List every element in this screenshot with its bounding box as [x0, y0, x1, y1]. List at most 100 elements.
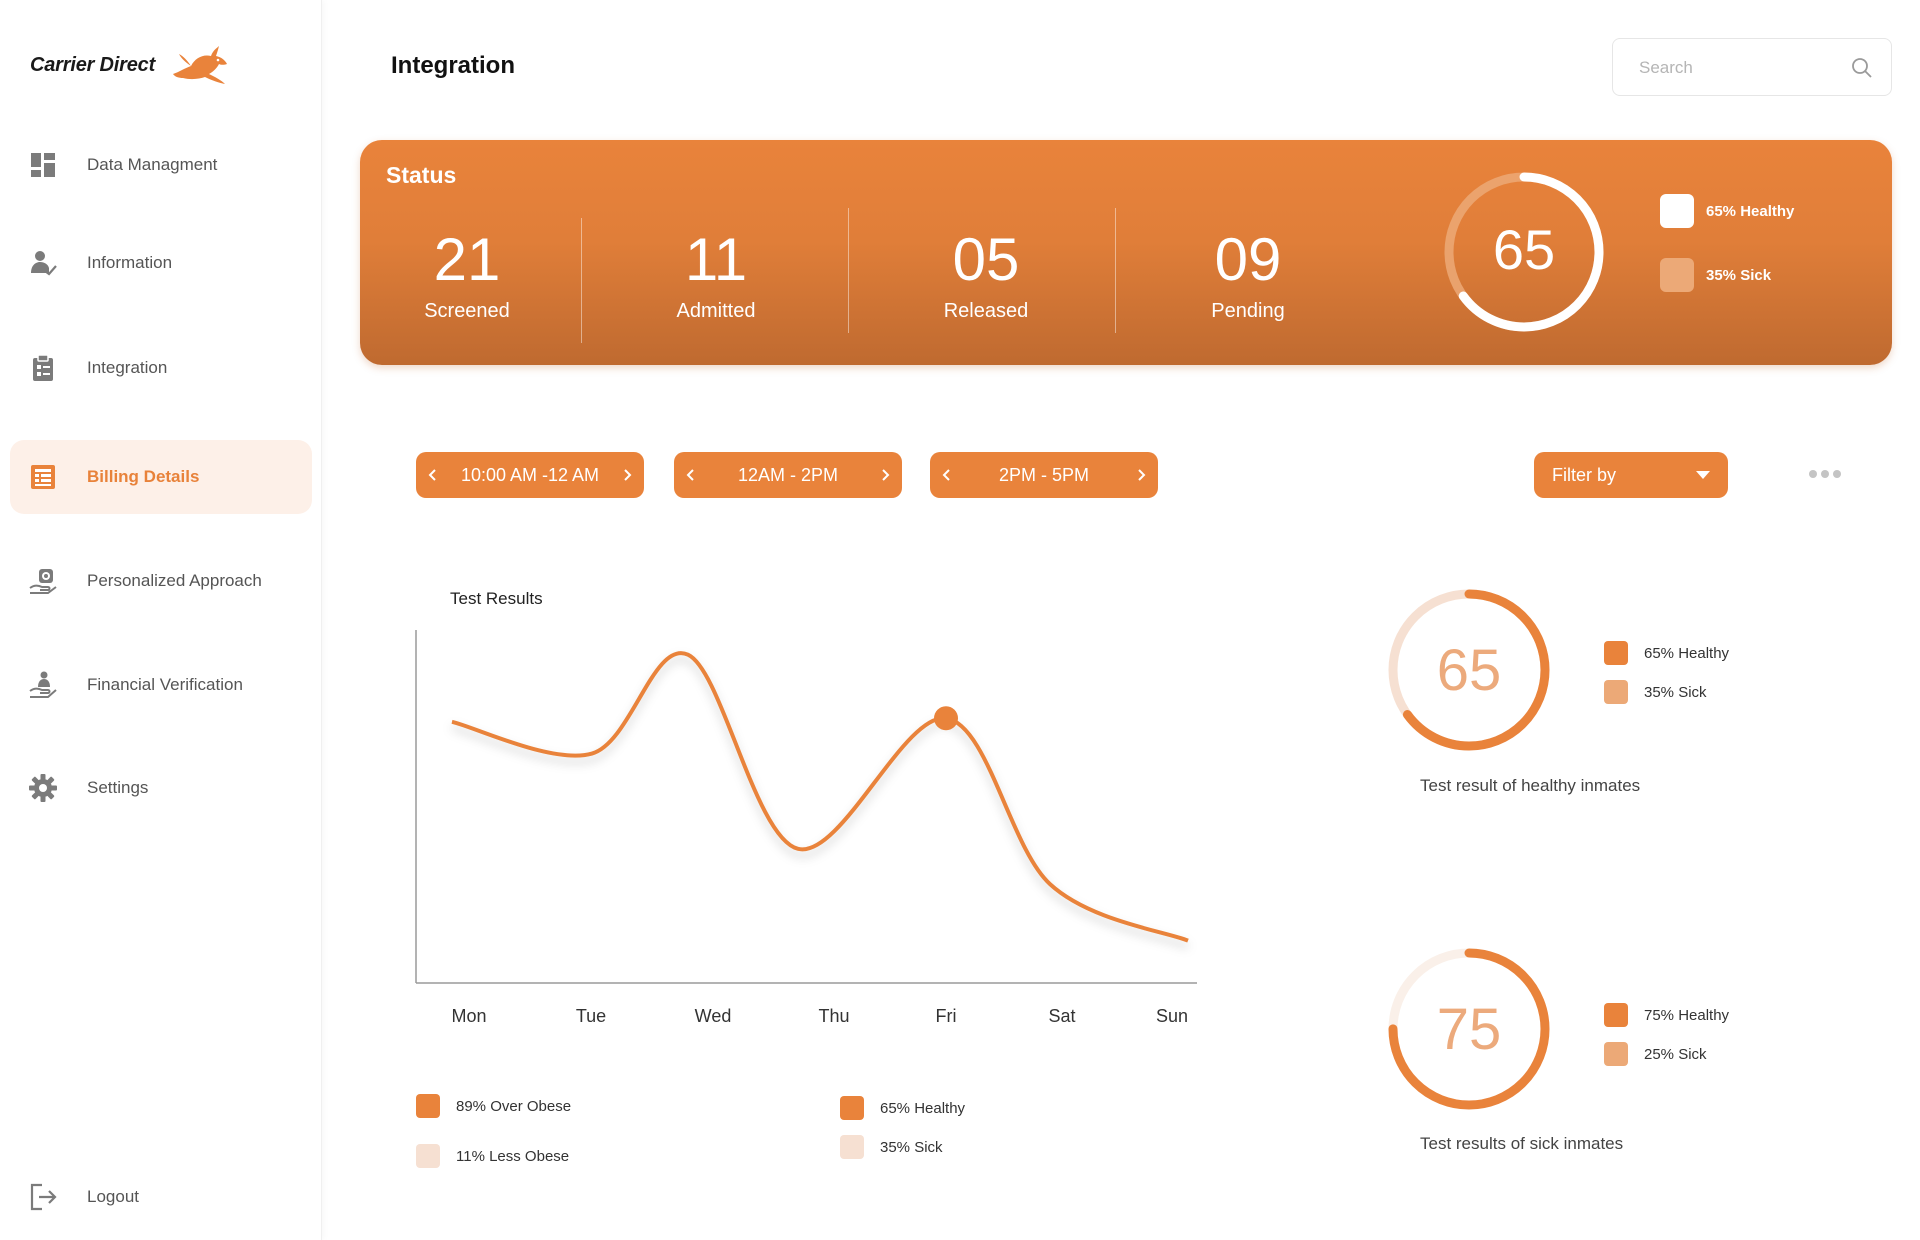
stat-label: Released	[943, 300, 1029, 322]
x-tick-label: Thu	[818, 1006, 850, 1026]
sidebar-item-billing-details[interactable]: Billing Details	[10, 440, 312, 514]
brand-logo[interactable]: Carrier Direct	[30, 44, 231, 86]
filter-by-dropdown[interactable]: Filter by	[1534, 452, 1728, 498]
stat-value: 21	[433, 226, 501, 293]
stat-label: Pending	[1211, 300, 1285, 322]
healthy-donut-value: 65	[1436, 638, 1502, 703]
legend-swatch	[1660, 194, 1694, 228]
legend-label: 89% Over Obese	[456, 1097, 572, 1115]
hand-person-icon	[28, 670, 58, 700]
status-title: Status	[386, 162, 457, 188]
time-filter-1[interactable]: 10:00 AM -12 AM	[416, 452, 644, 498]
time-filter-label: 10:00 AM -12 AM	[460, 464, 600, 485]
stat-released: 05 Released	[886, 230, 1086, 323]
stat-value: 05	[952, 226, 1020, 293]
legend-label: 65% Healthy	[880, 1099, 966, 1117]
series-line	[451, 651, 1189, 943]
legend-label: 65% Healthy	[1644, 644, 1730, 662]
time-filter-2[interactable]: 12AM - 2PM	[674, 452, 902, 498]
x-tick-label: Wed	[694, 1006, 732, 1026]
legend-label: 35% Sick	[880, 1138, 943, 1156]
highlighted-data-point	[934, 706, 958, 731]
sidebar-item-personalized-approach[interactable]: Personalized Approach	[10, 544, 312, 618]
sidebar-item-label: Integration	[87, 358, 168, 377]
chevron-right-icon[interactable]	[1134, 464, 1148, 486]
sidebar-item-data-managment[interactable]: Data Managment	[10, 128, 312, 202]
stat-divider	[581, 218, 582, 343]
legend-label: 25% Sick	[1644, 1045, 1707, 1063]
gear-icon	[28, 773, 58, 803]
x-tick-label: Fri	[935, 1006, 957, 1026]
dashboard-icon	[28, 150, 58, 180]
chevron-right-icon[interactable]	[878, 464, 892, 486]
logout-label: Logout	[87, 1187, 139, 1206]
legend-over-obese: 89% Over Obese	[416, 1094, 571, 1118]
legend-label: 65% Healthy	[1706, 202, 1795, 220]
hand-coin-icon	[28, 566, 58, 596]
chevron-left-icon[interactable]	[426, 464, 440, 486]
search-box[interactable]	[1612, 38, 1892, 96]
time-filter-label: 2PM - 5PM	[998, 464, 1090, 485]
sick-legend-sick: 25% Sick	[1604, 1042, 1707, 1066]
sick-caption: Test results of sick inmates	[1420, 1134, 1624, 1153]
chevron-left-icon[interactable]	[684, 464, 698, 486]
logout-button[interactable]: Logout	[10, 1160, 312, 1234]
time-filter-label: 12AM - 2PM	[737, 464, 839, 485]
sidebar-item-label: Settings	[87, 778, 149, 797]
legend-label: 11% Less Obese	[456, 1147, 570, 1165]
logout-icon	[28, 1182, 58, 1212]
billing-icon	[28, 462, 58, 492]
legend-swatch	[1604, 641, 1628, 665]
legend-label: 35% Sick	[1644, 683, 1707, 701]
sidebar-item-label: Personalized Approach	[87, 571, 262, 590]
legend-swatch	[840, 1096, 864, 1120]
series-points	[934, 706, 958, 731]
stat-label: Admitted	[676, 300, 756, 322]
legend-swatch	[1604, 1003, 1628, 1027]
legend-swatch	[1660, 258, 1694, 292]
sidebar-item-integration[interactable]: Integration	[10, 331, 312, 405]
sick-donut-value: 75	[1436, 997, 1502, 1062]
legend-swatch	[416, 1094, 440, 1118]
search-icon[interactable]	[1851, 57, 1873, 79]
healthy-caption: Test result of healthy inmates	[1420, 776, 1641, 795]
stat-pending: 09 Pending	[1148, 230, 1348, 323]
sidebar: Carrier Direct Data Managment Informatio…	[0, 0, 322, 1240]
status-legend-sick: 35% Sick	[1660, 258, 1771, 292]
sidebar-item-label: Information	[87, 253, 173, 272]
filter-label: Filter by	[1552, 465, 1617, 485]
stat-label: Screened	[424, 300, 510, 322]
legend-healthy: 65% Healthy	[840, 1096, 965, 1120]
chevron-right-icon[interactable]	[620, 464, 634, 486]
brand-name: Carrier Direct	[30, 53, 156, 76]
healthy-legend-sick: 35% Sick	[1604, 680, 1707, 704]
stat-screened: 21 Screened	[367, 230, 567, 323]
sidebar-item-label: Billing Details	[87, 467, 200, 486]
legend-label: 35% Sick	[1706, 266, 1772, 284]
clipboard-icon	[28, 353, 58, 383]
legend-label: 75% Healthy	[1644, 1006, 1730, 1024]
chevron-left-icon[interactable]	[940, 464, 954, 486]
search-input[interactable]	[1639, 57, 1839, 79]
stat-divider	[848, 208, 849, 333]
legend-swatch	[840, 1135, 864, 1159]
legend-less-obese: 11% Less Obese	[416, 1144, 569, 1168]
more-options-icon[interactable]	[1808, 466, 1842, 482]
sidebar-item-settings[interactable]: Settings	[10, 751, 312, 825]
stat-admitted: 11 Admitted	[616, 230, 816, 323]
sidebar-item-information[interactable]: Information	[10, 226, 312, 300]
page-title: Integration	[391, 52, 515, 79]
x-tick-label: Mon	[451, 1006, 487, 1026]
legend-swatch	[1604, 1042, 1628, 1066]
user-info-icon	[28, 248, 58, 278]
legend-sick: 35% Sick	[840, 1135, 943, 1159]
stat-value: 09	[1214, 226, 1282, 293]
stat-value: 11	[684, 226, 748, 293]
x-tick-label: Sun	[1155, 1006, 1189, 1026]
rabbit-logo-icon	[173, 46, 228, 84]
time-filter-3[interactable]: 2PM - 5PM	[930, 452, 1158, 498]
sidebar-item-financial-verification[interactable]: Financial Verification	[10, 648, 312, 722]
sick-legend-healthy: 75% Healthy	[1604, 1003, 1729, 1027]
legend-swatch	[1604, 680, 1628, 704]
status-card: Status 21 Screened 11 Admitted 05 Releas…	[360, 140, 1892, 365]
